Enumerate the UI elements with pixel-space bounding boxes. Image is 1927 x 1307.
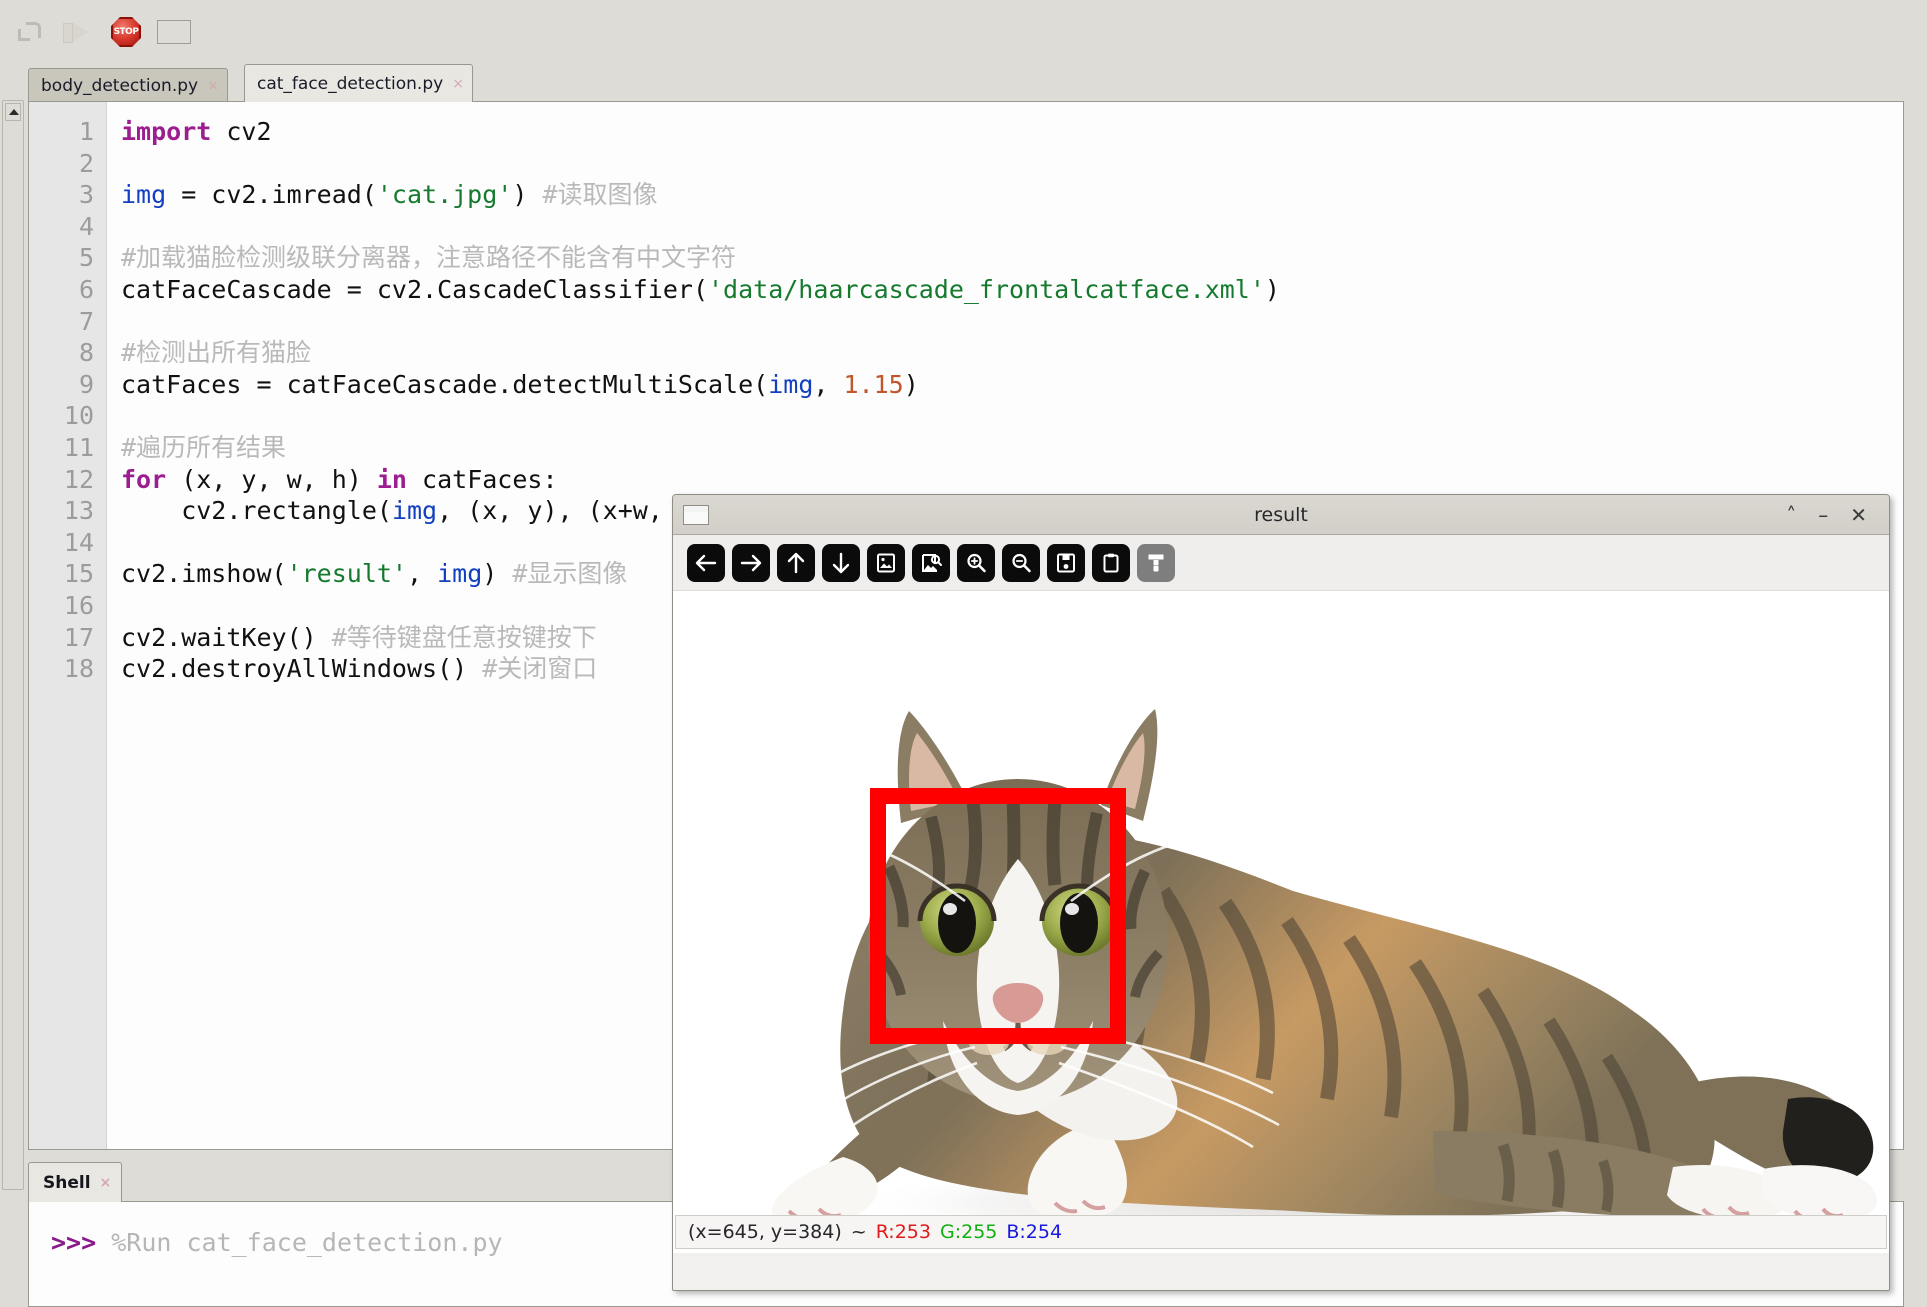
- fit-image-icon[interactable]: [867, 543, 905, 582]
- line-number: 14: [63, 527, 94, 557]
- brush-icon: [1137, 543, 1175, 582]
- main-vertical-scrollbar[interactable]: [2, 100, 24, 1190]
- close-button[interactable]: ✕: [1850, 505, 1867, 525]
- image-canvas[interactable]: (x=645, y=384) ~ R:253 G:255 B:254: [673, 591, 1889, 1253]
- run-icon: [63, 21, 93, 43]
- shell-command: %Run cat_face_detection.py: [111, 1228, 503, 1257]
- pan-right-icon[interactable]: [732, 543, 770, 582]
- stop-icon: STOP: [111, 17, 141, 47]
- stop-button[interactable]: STOP: [104, 12, 148, 52]
- tab-body-detection[interactable]: body_detection.py ×: [28, 68, 228, 102]
- run-button[interactable]: [56, 12, 100, 52]
- line-number: 18: [63, 654, 94, 684]
- line-number: 15: [63, 559, 94, 589]
- tab-label: Shell: [43, 1172, 91, 1193]
- save-icon[interactable]: [1047, 543, 1085, 582]
- editor-tabbar: body_detection.py × cat_face_detection.p…: [28, 64, 1904, 102]
- copy-clipboard-icon[interactable]: [1092, 543, 1130, 582]
- cat-photo: [673, 591, 1889, 1253]
- result-window-toolbar: [673, 535, 1889, 591]
- result-window[interactable]: result ˄ – ✕ (x=645, y=384) ~ R:253 G:25…: [672, 494, 1890, 1291]
- line-number: 12: [63, 464, 94, 494]
- tab-close-icon[interactable]: ×: [100, 1176, 112, 1190]
- pan-down-icon[interactable]: [822, 543, 860, 582]
- tab-close-icon[interactable]: ×: [207, 79, 219, 93]
- status-bar: (x=645, y=384) ~ R:253 G:255 B:254: [675, 1215, 1887, 1249]
- tab-close-icon[interactable]: ×: [452, 77, 464, 91]
- zoom-in-icon[interactable]: [957, 543, 995, 582]
- line-number: 10: [63, 401, 94, 431]
- main-toolbar: STOP: [0, 0, 1927, 62]
- scroll-up-arrow-icon[interactable]: [9, 109, 19, 115]
- rollup-button[interactable]: ˄: [1786, 505, 1796, 525]
- line-number: 7: [78, 306, 94, 336]
- tab-label: body_detection.py: [41, 75, 199, 96]
- line-number: 4: [78, 211, 94, 241]
- pixel-blue-value: B:254: [1006, 1221, 1063, 1243]
- pan-left-icon[interactable]: [687, 543, 725, 582]
- line-number: 17: [63, 622, 94, 652]
- line-number: 3: [78, 180, 94, 210]
- debug-button[interactable]: [8, 12, 52, 52]
- line-number: 1: [78, 117, 94, 146]
- cursor-coords: (x=645, y=384): [688, 1221, 842, 1243]
- tab-shell[interactable]: Shell ×: [28, 1162, 123, 1202]
- line-number: 6: [78, 274, 94, 304]
- tilde-separator: ~: [850, 1221, 867, 1243]
- line-number: 11: [63, 432, 94, 462]
- pixel-green-value: G:255: [939, 1221, 998, 1243]
- result-window-titlebar[interactable]: result ˄ – ✕: [673, 495, 1889, 535]
- line-number: 16: [63, 590, 94, 620]
- pan-up-icon[interactable]: [777, 543, 815, 582]
- minimize-button[interactable]: –: [1818, 505, 1828, 525]
- line-number: 9: [78, 369, 94, 399]
- ukraine-flag-icon: [157, 20, 191, 44]
- line-number: 2: [78, 148, 94, 178]
- zoom-image-icon[interactable]: [912, 543, 950, 582]
- result-window-title: result: [1254, 503, 1308, 526]
- ukraine-flag-button[interactable]: [152, 12, 196, 52]
- zoom-out-icon[interactable]: [1002, 543, 1040, 582]
- line-number: 5: [78, 243, 94, 273]
- debug-icon: [16, 21, 44, 43]
- shell-prompt: >>>: [51, 1228, 97, 1257]
- line-number: 8: [78, 338, 94, 368]
- line-number: 13: [63, 496, 94, 526]
- line-number-gutter: 1 2 3 4 5 6 7 8 9 10 11 12 13 14 15 16 1…: [29, 102, 107, 1149]
- tab-cat-face-detection[interactable]: cat_face_detection.py ×: [244, 64, 473, 102]
- pixel-red-value: R:253: [875, 1221, 931, 1243]
- tab-label: cat_face_detection.py: [257, 73, 444, 94]
